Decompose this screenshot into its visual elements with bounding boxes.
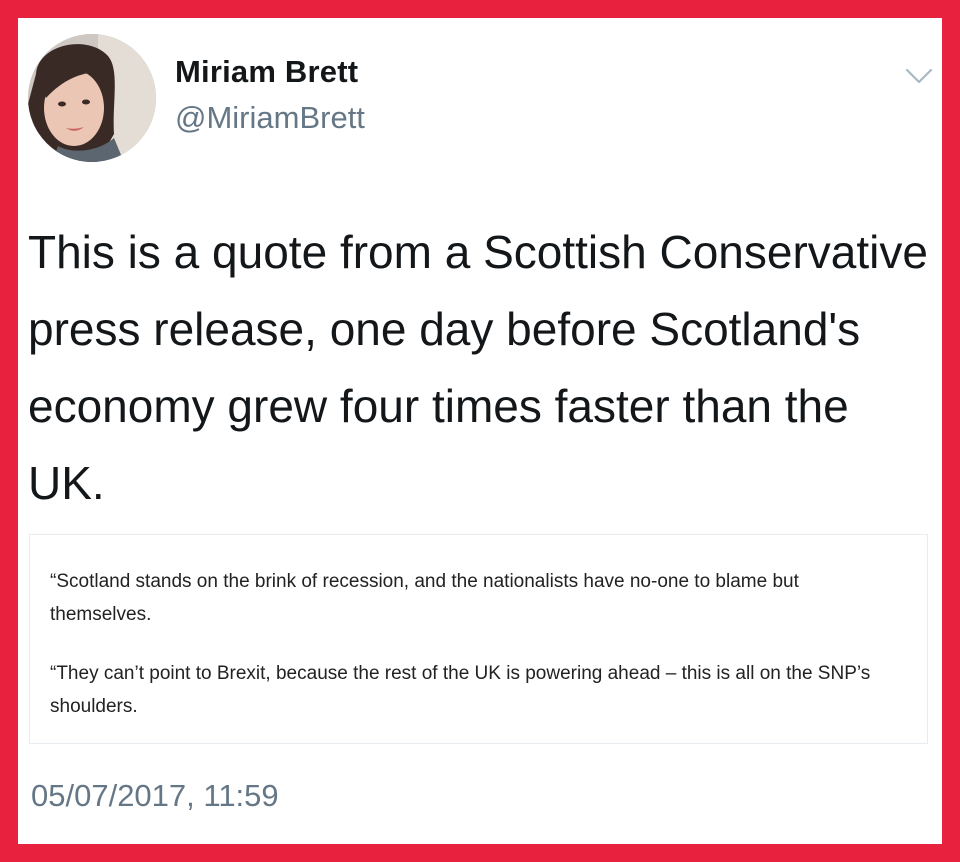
author-name[interactable]: Miriam Brett (175, 54, 358, 90)
tweet-text: This is a quote from a Scottish Conserva… (28, 226, 928, 509)
author-handle[interactable]: @MiriamBrett (175, 100, 365, 136)
quote-paragraph: “Scotland stands on the brink of recessi… (50, 571, 799, 625)
quoted-press-release: “Scotland stands on the brink of recessi… (29, 534, 928, 744)
profile-photo (28, 34, 156, 162)
quote-paragraph: “They can’t point to Brexit, because the… (50, 663, 871, 717)
tweet-card: Miriam Brett @MiriamBrett This is a quot… (18, 18, 942, 844)
chevron-down-icon[interactable] (904, 64, 934, 88)
avatar[interactable] (28, 34, 156, 162)
tweet-timestamp[interactable]: 05/07/2017, 11:59 (31, 778, 279, 814)
